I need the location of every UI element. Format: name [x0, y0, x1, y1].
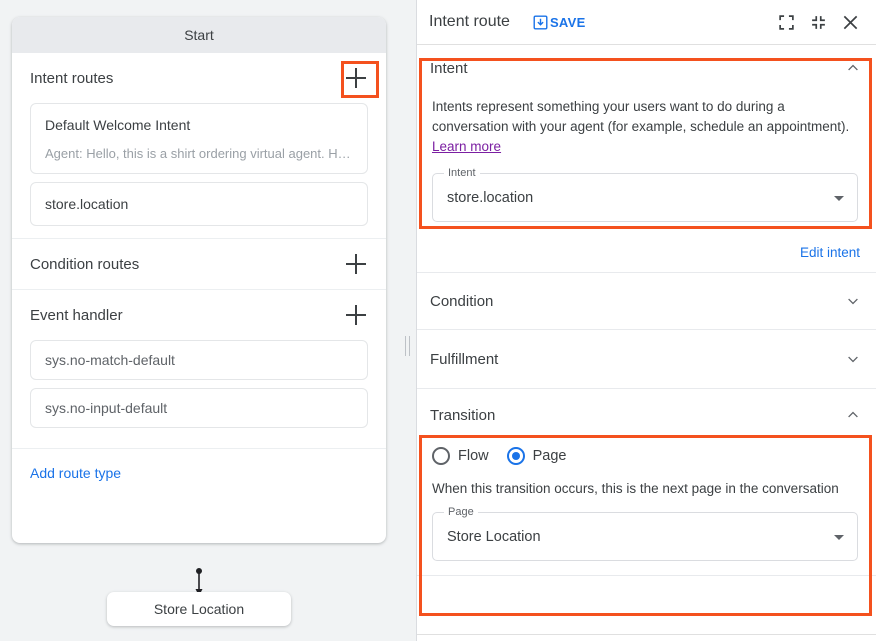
- add-intent-route-plus-icon[interactable]: [344, 66, 368, 90]
- list-item[interactable]: store.location: [30, 182, 368, 226]
- list-item[interactable]: Default Welcome Intent Agent: Hello, thi…: [30, 103, 368, 174]
- section-event-handler: Event handler sys.no-match-default sys.n…: [12, 290, 386, 449]
- route-title: store.location: [45, 193, 353, 215]
- fullscreen-expand-icon[interactable]: [773, 9, 799, 35]
- radio-page-label: Page: [533, 448, 567, 464]
- page-title: Intent route: [429, 13, 510, 31]
- radio-page-indicator: [507, 447, 525, 465]
- radio-page[interactable]: Page: [507, 447, 567, 465]
- save-button-label: SAVE: [550, 15, 586, 30]
- drag-handle-icon[interactable]: [404, 336, 412, 356]
- add-condition-route-plus-icon[interactable]: [344, 252, 368, 276]
- node-header-title: Start: [184, 27, 214, 43]
- event-handler-list: sys.no-match-default sys.no-input-defaul…: [30, 340, 368, 448]
- radio-flow[interactable]: Flow: [432, 447, 489, 465]
- store-location-node-label: Store Location: [154, 601, 244, 617]
- section-header-event-handler: Event handler: [30, 290, 368, 340]
- route-title: Default Welcome Intent: [45, 114, 353, 136]
- transition-description: When this transition occurs, this is the…: [432, 479, 860, 498]
- accordion-title-condition: Condition: [430, 293, 493, 310]
- chevron-down-icon: [834, 535, 844, 540]
- accordion-header-intent[interactable]: Intent: [417, 45, 876, 91]
- save-download-icon: [533, 15, 548, 30]
- panel-header: Intent route SAVE: [417, 0, 876, 45]
- node-header: Start: [12, 17, 386, 53]
- panel-splitter[interactable]: [399, 0, 417, 641]
- accordion-header-fulfillment[interactable]: Fulfillment: [417, 330, 876, 388]
- section-header-condition-routes: Condition routes: [30, 239, 368, 289]
- accordion-transition: Transition Flow Page When this transi: [417, 389, 876, 576]
- section-title-condition-routes: Condition routes: [30, 256, 139, 273]
- intent-description-text: Intents represent something your users w…: [432, 99, 849, 134]
- radio-flow-indicator: [432, 447, 450, 465]
- radio-flow-label: Flow: [458, 448, 489, 464]
- chevron-up-icon: [846, 61, 860, 75]
- store-location-node[interactable]: Store Location: [107, 592, 291, 626]
- chevron-down-icon: [846, 294, 860, 308]
- accordion-title-fulfillment: Fulfillment: [430, 351, 498, 368]
- learn-more-link[interactable]: Learn more: [432, 139, 501, 154]
- add-route-type-link[interactable]: Add route type: [12, 449, 386, 543]
- intent-select-label: Intent: [444, 167, 480, 179]
- intent-route-panel: Intent route SAVE: [417, 0, 876, 641]
- accordion-body-intent: Intents represent something your users w…: [417, 97, 876, 236]
- accordion-header-transition[interactable]: Transition: [417, 389, 876, 441]
- accordion-intent: Intent Intents represent something your …: [417, 45, 876, 273]
- chevron-up-icon: [846, 408, 860, 422]
- section-title-event-handler: Event handler: [30, 307, 123, 324]
- accordion-title-transition: Transition: [430, 407, 495, 424]
- flow-canvas: Start Intent routes Default Welcome Inte…: [0, 0, 399, 641]
- section-title-intent-routes: Intent routes: [30, 70, 113, 87]
- intent-select[interactable]: Intent store.location: [432, 173, 858, 222]
- section-intent-routes: Intent routes Default Welcome Intent Age…: [12, 53, 386, 239]
- accordion-header-condition[interactable]: Condition: [417, 273, 876, 329]
- edit-intent-row: Edit intent: [417, 236, 876, 272]
- page-select[interactable]: Page Store Location: [432, 512, 858, 561]
- fullscreen-collapse-icon[interactable]: [805, 9, 831, 35]
- start-page-node: Start Intent routes Default Welcome Inte…: [12, 17, 386, 543]
- edit-intent-link[interactable]: Edit intent: [800, 245, 860, 260]
- save-button[interactable]: SAVE: [533, 15, 586, 30]
- accordion-body-transition: Flow Page When this transition occurs, t…: [417, 441, 876, 575]
- accordion-title-intent: Intent: [430, 60, 468, 77]
- section-header-intent-routes: Intent routes: [30, 53, 368, 103]
- add-event-handler-plus-icon[interactable]: [344, 303, 368, 327]
- route-subtitle: Agent: Hello, this is a shirt ordering v…: [45, 145, 353, 163]
- app-root: Start Intent routes Default Welcome Inte…: [0, 0, 876, 641]
- chevron-down-icon: [846, 352, 860, 366]
- intent-select-value: store.location: [447, 190, 533, 206]
- transition-target-radio-group: Flow Page: [430, 441, 860, 469]
- list-item[interactable]: sys.no-match-default: [30, 340, 368, 380]
- page-select-label: Page: [444, 506, 478, 518]
- panel-bottom-divider: [417, 634, 876, 635]
- intent-description: Intents represent something your users w…: [432, 97, 860, 157]
- accordion-condition: Condition: [417, 273, 876, 330]
- list-item[interactable]: sys.no-input-default: [30, 388, 368, 428]
- chevron-down-icon: [834, 196, 844, 201]
- close-icon[interactable]: [837, 9, 863, 35]
- accordion-fulfillment: Fulfillment: [417, 330, 876, 389]
- page-select-value: Store Location: [447, 529, 541, 545]
- intent-routes-list: Default Welcome Intent Agent: Hello, thi…: [30, 103, 368, 238]
- section-condition-routes: Condition routes: [12, 239, 386, 290]
